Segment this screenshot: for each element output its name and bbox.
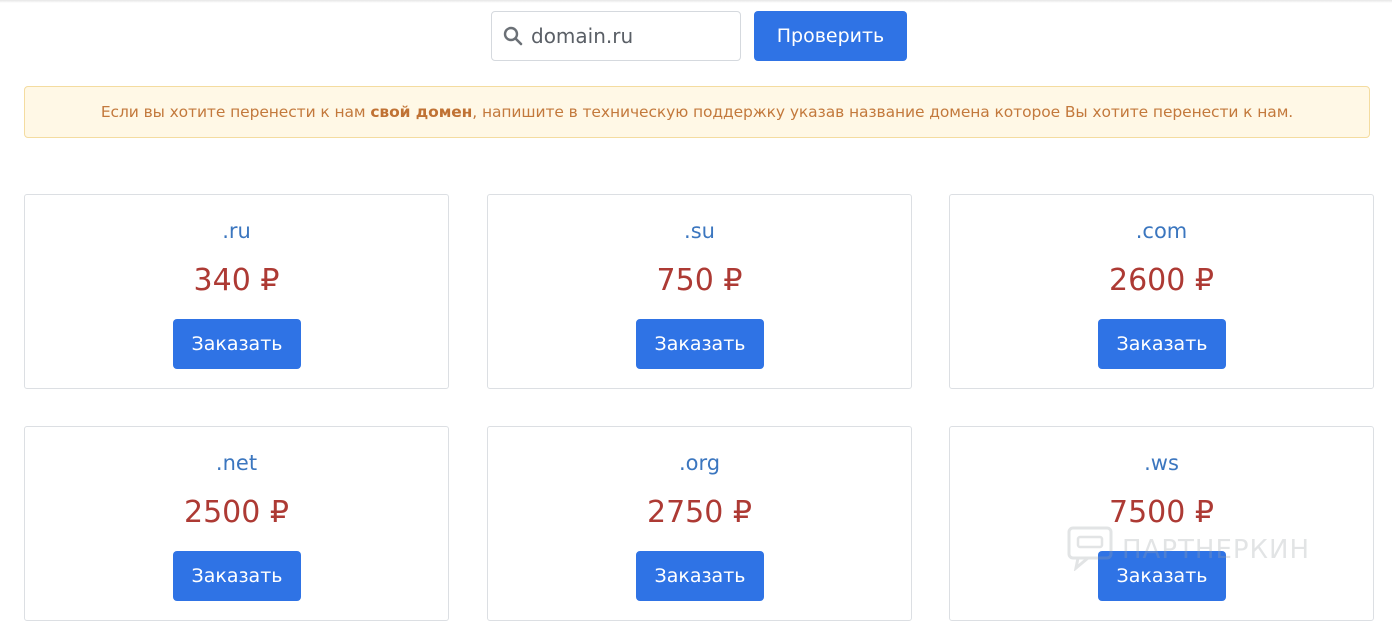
alert-text-before: Если вы хотите перенести к нам xyxy=(100,103,366,121)
domain-price: 750 ₽ xyxy=(656,263,743,298)
domain-zone-name: .net xyxy=(215,451,258,475)
domain-price: 2500 ₽ xyxy=(184,495,289,530)
domain-card-ws: .ws 7500 ₽ Заказать xyxy=(949,426,1374,621)
domain-price: 2600 ₽ xyxy=(1109,263,1214,298)
alert-text-after: , напишите в техническую поддержку указа… xyxy=(472,103,1294,121)
order-button-org[interactable]: Заказать xyxy=(636,551,764,601)
domain-zone-name: .org xyxy=(678,451,721,475)
order-button-ru[interactable]: Заказать xyxy=(173,319,301,369)
order-button-ws[interactable]: Заказать xyxy=(1098,551,1226,601)
domain-price: 340 ₽ xyxy=(193,263,280,298)
domain-price: 7500 ₽ xyxy=(1109,495,1214,530)
domain-search-input[interactable] xyxy=(531,24,726,48)
order-button-net[interactable]: Заказать xyxy=(173,551,301,601)
search-icon xyxy=(501,24,525,48)
domain-card-com: .com 2600 ₽ Заказать xyxy=(949,194,1374,389)
check-domain-button[interactable]: Проверить xyxy=(754,11,907,61)
order-button-com[interactable]: Заказать xyxy=(1098,319,1226,369)
transfer-domain-alert: Если вы хотите перенести к нам свой доме… xyxy=(24,86,1370,138)
domain-order-page: Проверить Если вы хотите перенести к нам… xyxy=(0,0,1392,635)
domain-price: 2750 ₽ xyxy=(647,495,752,530)
alert-text-bold: свой домен xyxy=(370,103,473,121)
domain-zone-name: .ru xyxy=(222,219,251,243)
domain-card-su: .su 750 ₽ Заказать xyxy=(487,194,912,389)
domain-zone-name: .su xyxy=(684,219,715,243)
domain-zone-name: .com xyxy=(1135,219,1188,243)
domain-zone-name: .ws xyxy=(1144,451,1179,475)
top-shadow xyxy=(0,0,1392,3)
search-box[interactable] xyxy=(491,11,741,61)
order-button-su[interactable]: Заказать xyxy=(636,319,764,369)
domain-card-net: .net 2500 ₽ Заказать xyxy=(24,426,449,621)
domain-card-ru: .ru 340 ₽ Заказать xyxy=(24,194,449,389)
domain-card-org: .org 2750 ₽ Заказать xyxy=(487,426,912,621)
